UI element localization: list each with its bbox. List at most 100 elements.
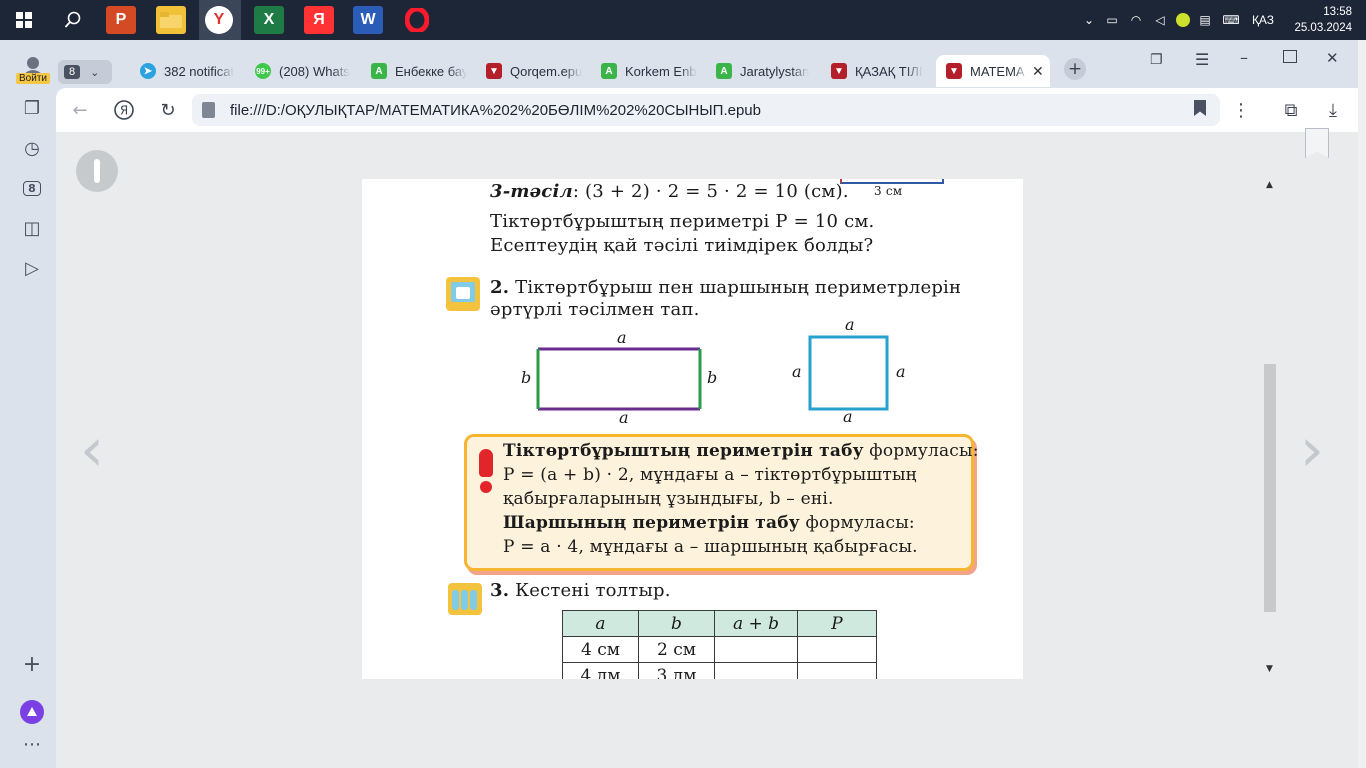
scroll-down-icon[interactable]: ▼ [1266,664,1273,674]
download-icon[interactable]: ⤓ [1321,98,1345,122]
search-button[interactable] [58,0,88,40]
more-options-icon[interactable]: ⋮ [1229,98,1253,122]
play-icon[interactable]: ▷ [20,256,44,280]
tab-matematika[interactable]: ▼ МАТЕМА ✕ [936,55,1050,87]
table-header-cell: b [638,610,715,637]
square-formula-title-bold: Шаршының периметрін табу [503,513,800,533]
url-text: file:///D:/ОҚУЛЫҚТАР/МАТЕМАТИКА%202%20БӨ… [230,101,761,119]
tab-label: ҚАЗАҚ ТІЛІ [855,63,923,79]
yandex-browser-taskbar-icon[interactable]: Y [205,6,233,34]
word-taskbar-icon[interactable]: W [353,6,383,34]
add-panel-icon[interactable]: + [20,652,44,677]
tab-label: Korkem Enb [625,63,697,79]
tab-bar: Войти 8 ⌄ ➤ 382 notificat 99+ (208) What… [0,40,1366,88]
book-icon: ▼ [831,63,847,79]
task-3-number: 3. [490,580,510,601]
scroll-thumb[interactable] [1264,364,1276,612]
language-indicator[interactable]: ҚАЗ [1246,13,1280,27]
sidebar-badge: 8 [23,180,41,196]
shapes-figure [536,335,889,411]
viewer-menu-button[interactable] [76,150,118,192]
excel-taskbar-icon[interactable]: X [254,6,284,34]
address-bar[interactable]: file:///D:/ОҚУЛЫҚТАР/МАТЕМАТИКА%202%20БӨ… [192,94,1220,126]
tabs-sidebar-icon[interactable]: ❐ [20,96,44,120]
tab-group-button[interactable]: 8 ⌄ [58,60,112,84]
new-tab-button[interactable]: + [1064,58,1086,80]
minimize-icon[interactable]: – [1240,48,1260,68]
maximize-icon[interactable] [1283,50,1297,63]
telegram-icon: ➤ [140,63,156,79]
rect-formula-title-bold: Тіктөртбұрыштың периметрін табу [503,441,864,461]
battery-icon[interactable]: ▭ [1100,13,1124,27]
group-work-icon [448,583,482,615]
opera-taskbar-icon[interactable] [402,6,432,34]
wifi-icon[interactable]: ◠ [1124,13,1148,27]
table-header-cell: a + b [714,610,798,637]
exclamation-icon [479,449,493,477]
file-explorer-taskbar-icon[interactable] [156,6,186,34]
tab-label: МАТЕМА [970,63,1025,79]
table-row: 4 дм 3 дм [562,662,877,679]
notification-icon[interactable]: ▤ [1194,13,1216,27]
clock[interactable]: 13:58 25.03.2024 [1294,4,1352,36]
sign-in-badge: Войти [16,73,50,84]
table-cell: 3 дм [638,662,715,679]
reload-icon[interactable]: ↻ [156,98,180,122]
clock-time: 13:58 [1323,6,1352,18]
screenshot-icon[interactable]: ◫ [20,216,44,240]
task-3-line: 3. Кестені толтыр. [490,580,671,601]
page-scrollbar[interactable]: ▲ ▼ [1264,176,1278,678]
keyboard-icon[interactable]: ⌨ [1216,13,1246,27]
square-label-top: a [845,315,855,334]
table-header-row: a b a + b P [562,610,877,637]
start-button[interactable] [8,0,40,40]
more-dots-icon[interactable]: ⋯ [20,732,44,756]
menu-icon[interactable]: ☰ [1195,50,1215,70]
tab-korkem[interactable]: A Korkem Enb [601,55,697,87]
square-formula-title-rest: формуласы: [799,513,915,533]
tab-count-sidebar-icon[interactable]: 8 [20,176,44,200]
tab-qorqem[interactable]: ▼ Qorqem.epu [486,55,582,87]
window-scrollbar[interactable] [1358,40,1366,768]
history-icon[interactable]: ◷ [20,136,44,160]
tab-whatsapp[interactable]: 99+ (208) Whats [255,55,351,87]
navigation-toolbar: ← Я ↻ file:///D:/ОҚУЛЫҚТАР/МАТЕМАТИКА%20… [56,88,1366,132]
scroll-up-icon[interactable]: ▲ [1266,180,1273,190]
rect-formula-title: Тіктөртбұрыштың периметрін табу формулас… [503,441,979,461]
tab-enbekke[interactable]: A Енбекке бау [371,55,467,87]
table-cell: 2 см [638,636,715,663]
tab-jaratylystan[interactable]: A Jaratylystan [716,55,812,87]
rect-label-right: b [707,368,718,387]
tab-kazakh-tili[interactable]: ▼ ҚАЗАҚ ТІЛІ [831,55,927,87]
tab-count-badge: 8 [64,65,81,79]
alice-assistant-icon[interactable] [20,700,44,724]
chevron-down-icon: ⌄ [90,65,100,79]
powerpoint-taskbar-icon[interactable]: P [106,6,136,34]
profile-button[interactable]: Войти [16,56,50,86]
yandex-logo-icon[interactable]: Я [112,98,136,122]
square-label-bottom: a [843,407,853,426]
task-3-text: Кестені толтыр. [515,580,671,601]
close-tab-icon[interactable]: ✕ [1032,63,1044,80]
table-cell [797,662,877,679]
bookmark-icon[interactable] [1194,100,1206,116]
square-figure [808,335,889,411]
collections-icon[interactable]: ❐ [1150,52,1170,72]
plus-icon: + [1067,59,1083,79]
book-icon: ▼ [486,63,502,79]
table-row: 4 см 2 см [562,636,877,663]
yandex-taskbar-icon[interactable]: Я [304,6,334,34]
table-header-cell: P [797,610,877,637]
browser-sidebar: ❐ ◷ 8 ◫ ▷ + ⋯ [0,88,56,755]
app-tray-icon[interactable] [1172,13,1194,27]
green-a-icon: A [601,63,617,79]
close-window-icon[interactable]: ✕ [1326,49,1346,69]
previous-page-icon[interactable]: ‹ [80,420,104,480]
tab-telegram[interactable]: ➤ 382 notificat [140,55,236,87]
next-page-icon[interactable]: › [1300,420,1324,480]
volume-icon[interactable]: ◁ [1148,13,1172,27]
back-arrow-icon[interactable]: ← [68,98,92,122]
chevron-up-icon[interactable]: ⌄ [1078,13,1100,27]
tab-label: Jaratylystan [740,63,810,79]
downloads-manager-icon[interactable]: ⧉ [1279,98,1303,122]
